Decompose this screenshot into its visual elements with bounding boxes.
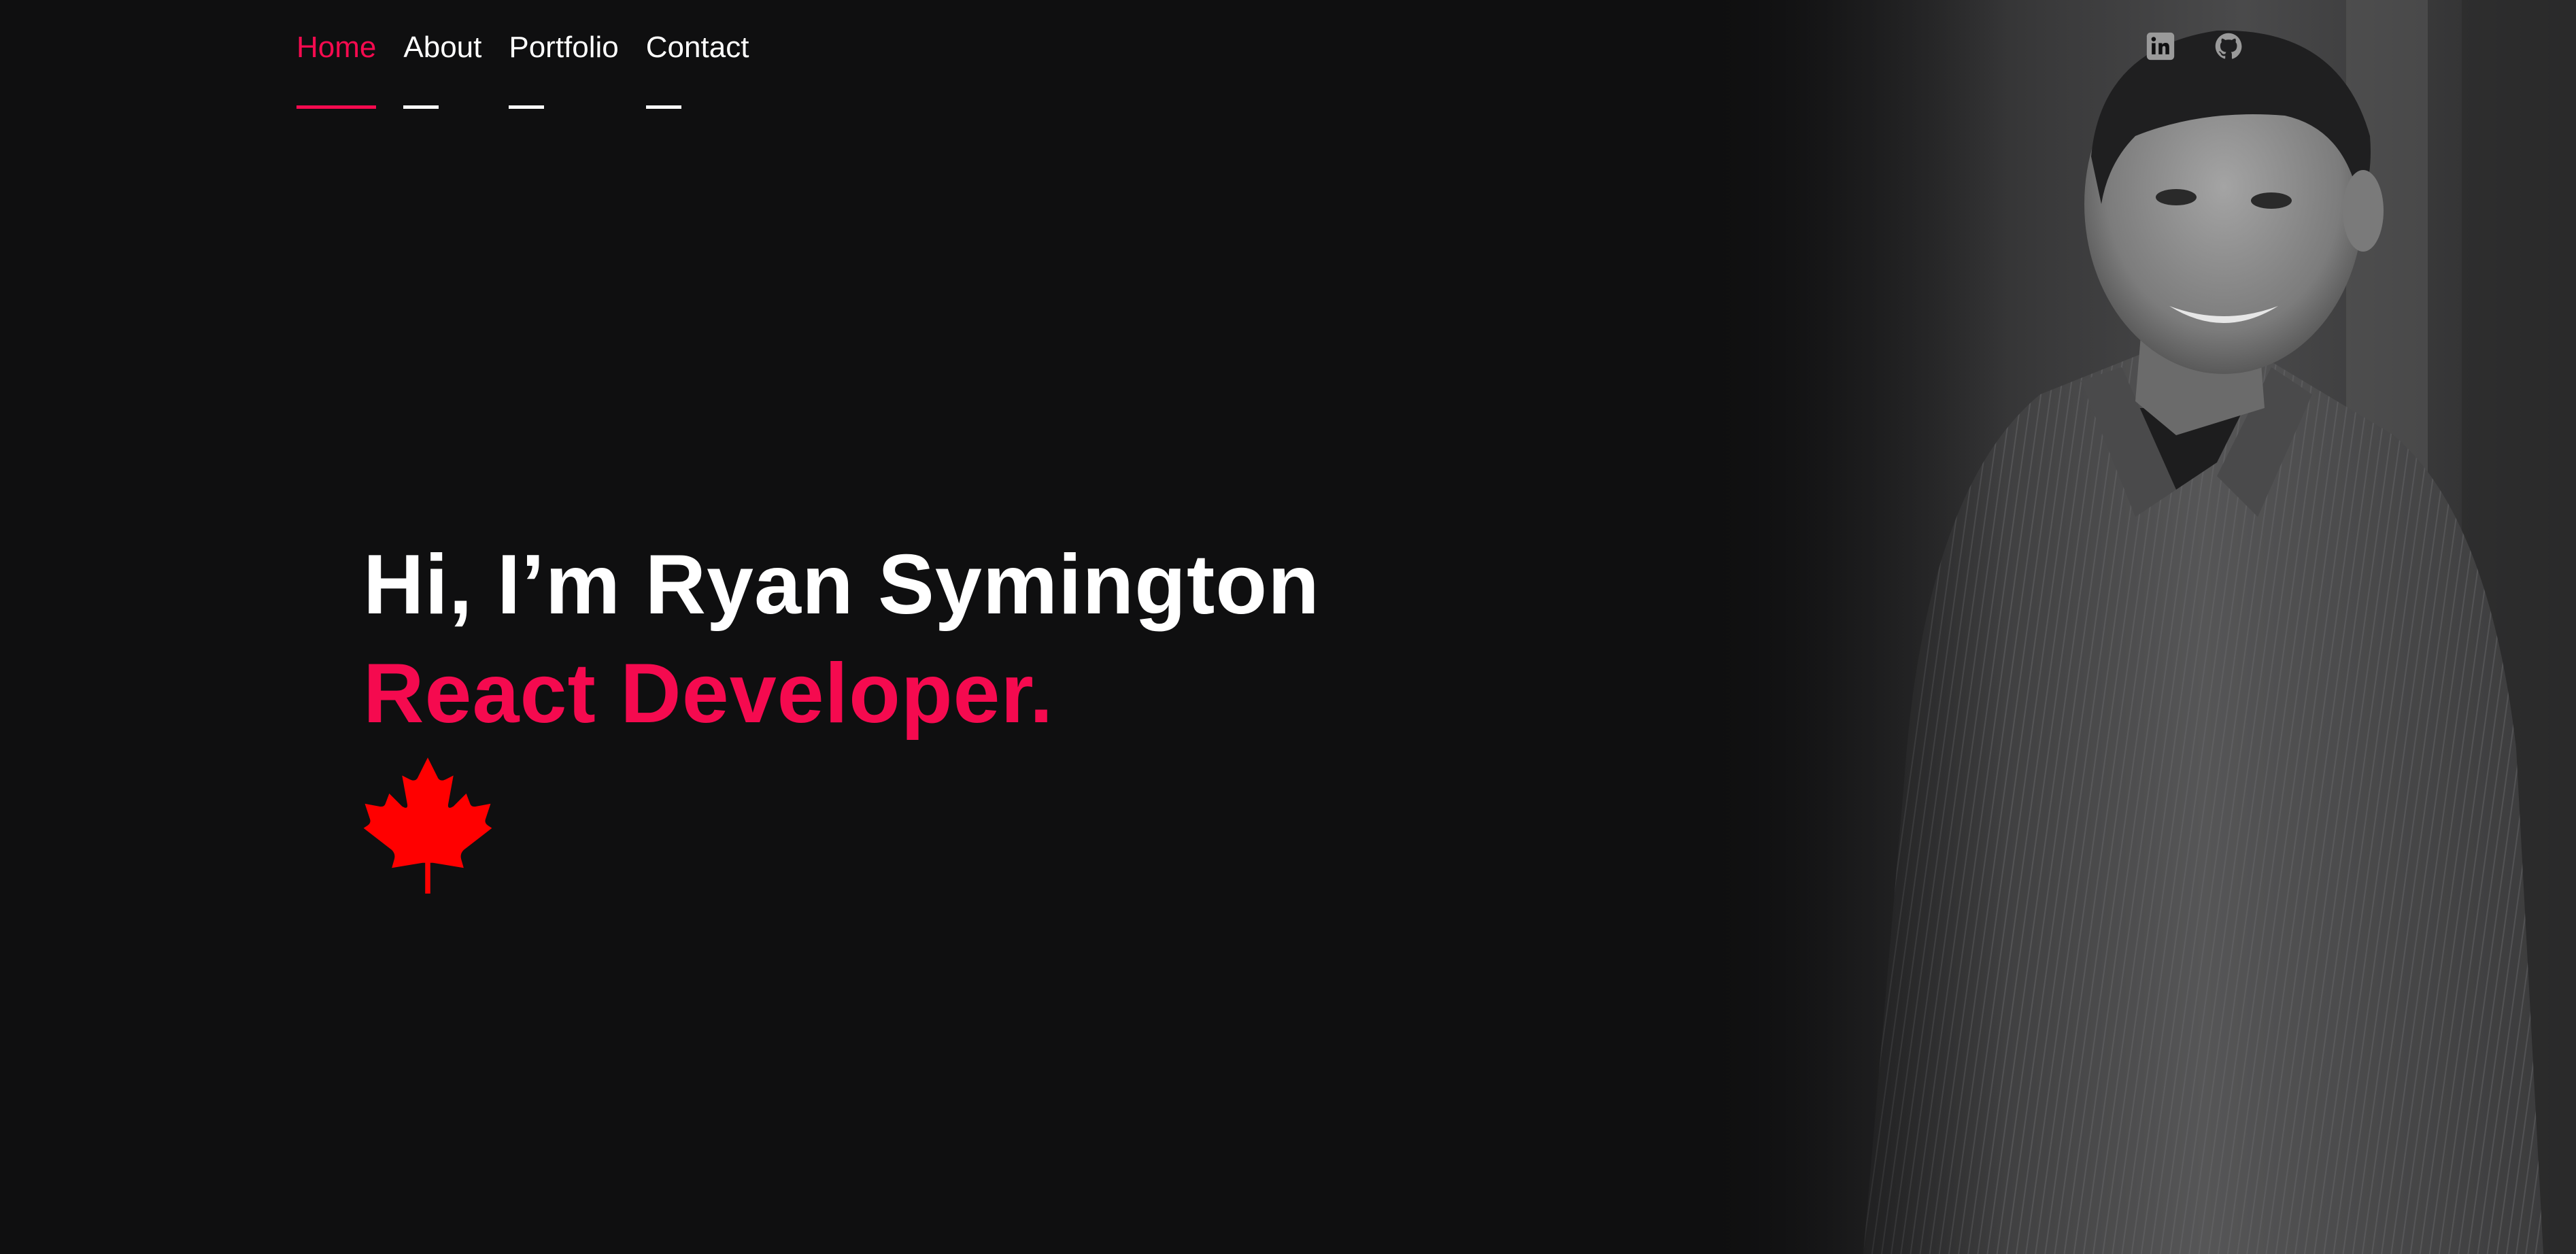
linkedin-link[interactable]	[2146, 31, 2175, 61]
page: Home About Portfolio Contact Hi, I’m Rya…	[0, 0, 2576, 1254]
nav-contact-underline	[645, 105, 681, 109]
nav-contact-label: Contact	[645, 31, 749, 64]
nav-about-label: About	[403, 31, 482, 64]
github-icon	[2215, 33, 2242, 59]
nav-portfolio-link[interactable]: Portfolio	[509, 27, 619, 109]
nav-home-link[interactable]: Home	[296, 27, 377, 109]
nav-home-label: Home	[296, 31, 377, 64]
hero-role: React Developer.	[363, 647, 1054, 741]
main-nav: Home About Portfolio Contact	[296, 27, 749, 109]
nav-contact-link[interactable]: Contact	[645, 27, 749, 109]
nav-portfolio-label: Portfolio	[509, 31, 619, 64]
portrait-photo	[1700, 0, 2576, 1254]
hero-section: Hi, I’m Ryan Symington React Developer.	[363, 530, 1320, 894]
linkedin-icon	[2146, 32, 2175, 61]
portrait-illustration	[1700, 0, 2576, 1254]
social-links	[2146, 31, 2243, 61]
github-link[interactable]	[2214, 31, 2243, 61]
maple-leaf-icon	[363, 758, 492, 894]
nav-portfolio-underline	[509, 105, 545, 109]
nav-home-underline	[296, 105, 377, 109]
nav-about-link[interactable]: About	[403, 27, 481, 109]
hero-greeting: Hi, I’m Ryan Symington	[363, 538, 1320, 632]
nav-about-underline	[403, 105, 439, 109]
